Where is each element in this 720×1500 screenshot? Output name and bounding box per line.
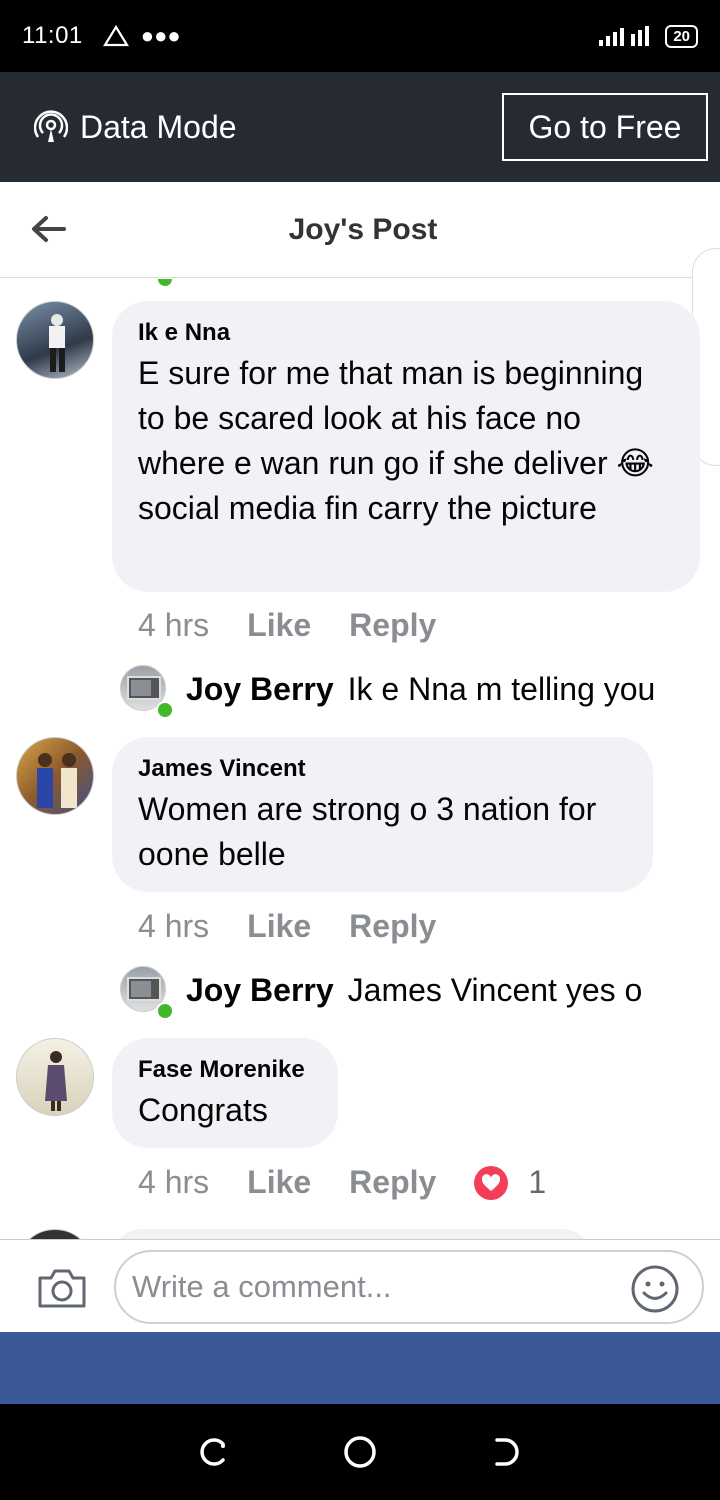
heart-reaction-icon[interactable] [474,1165,509,1200]
page-title: Joy's Post [288,212,438,246]
camera-icon[interactable] [36,1266,88,1310]
couple-photo-icon [37,753,77,808]
avatar[interactable] [16,301,94,379]
reaction-count[interactable]: 1 [528,1164,546,1201]
comment-composer [0,1239,720,1332]
comment-text: Congrats [138,1092,268,1128]
comment-author[interactable]: Fase Morenike [138,1056,312,1084]
reply-button[interactable]: Reply [349,908,436,945]
notification-icons: ●●● [102,23,181,49]
like-button[interactable]: Like [247,1164,311,1201]
comment-bubble[interactable] [112,1229,592,1239]
comment-input[interactable] [114,1250,704,1324]
avatar[interactable] [16,1229,94,1239]
woman-photo-icon [45,1051,67,1111]
system-nav-bar [0,1404,720,1500]
reply-preview[interactable]: Joy Berry Ik e Nna m telling you [186,671,655,708]
more-notifications-icon: ●●● [140,23,181,48]
battery-icon: 20 [665,24,698,48]
comment-text: Women are strong o 3 nation for oone bel… [138,791,597,872]
data-mode-banner: Data Mode Go to Free [0,72,720,182]
comment-actions: 4 hrs Like Reply 1 [138,1164,546,1201]
online-indicator [156,279,174,288]
person-silhouette-icon [49,314,65,372]
reply-text: James Vincent yes o [347,972,643,1008]
reply-button[interactable]: Reply [349,607,436,644]
comment-bubble[interactable]: Ik e Nna E sure for me that man is begin… [112,301,700,592]
comment-time: 4 hrs [138,607,210,643]
comment-list[interactable]: Ik e Nna E sure for me that man is begin… [0,279,720,1239]
status-time: 11:01 [22,22,83,49]
signal-icon [599,26,650,46]
warning-triangle-icon [102,25,129,47]
reply-text: Ik e Nna m telling you [347,671,656,707]
home-icon[interactable] [340,1432,380,1472]
bottom-blue-bar [0,1332,720,1404]
heart-icon [482,1173,501,1191]
reply-button[interactable]: Reply [349,1164,436,1201]
comment-author[interactable]: Ik e Nna [138,319,674,347]
like-button[interactable]: Like [247,607,311,644]
go-to-free-button[interactable]: Go to Free [502,93,708,161]
comment-bubble[interactable]: James Vincent Women are strong o 3 natio… [112,737,653,892]
back-arrow-icon[interactable] [28,212,68,246]
avatar[interactable] [16,1038,94,1116]
comment-actions: 4 hrs Like Reply [138,607,474,644]
comment-actions: 4 hrs Like Reply [138,908,474,945]
comment-bubble[interactable]: Fase Morenike Congrats [112,1038,338,1148]
broadcast-icon [34,110,68,142]
reply-author[interactable]: Joy Berry [186,972,334,1009]
comment-text: E sure for me that man is beginning to b… [138,355,654,526]
comment-time: 4 hrs [138,908,210,944]
online-indicator [156,1002,174,1020]
reply-preview[interactable]: Joy Berry James Vincent yes o [186,972,642,1009]
back-icon[interactable] [487,1432,527,1472]
reply-author[interactable]: Joy Berry [186,671,334,708]
data-mode-label: Data Mode [80,108,237,145]
post-header: Joy's Post [0,182,720,278]
like-button[interactable]: Like [247,908,311,945]
status-right: 20 [597,24,698,48]
status-bar: 11:01 ●●● 20 [0,0,720,72]
emoji-icon[interactable] [630,1264,680,1314]
comment-time: 4 hrs [138,1164,210,1200]
avatar[interactable] [16,737,94,815]
online-indicator [156,701,174,719]
comment-author[interactable]: James Vincent [138,755,627,783]
recent-apps-icon[interactable] [193,1432,233,1472]
